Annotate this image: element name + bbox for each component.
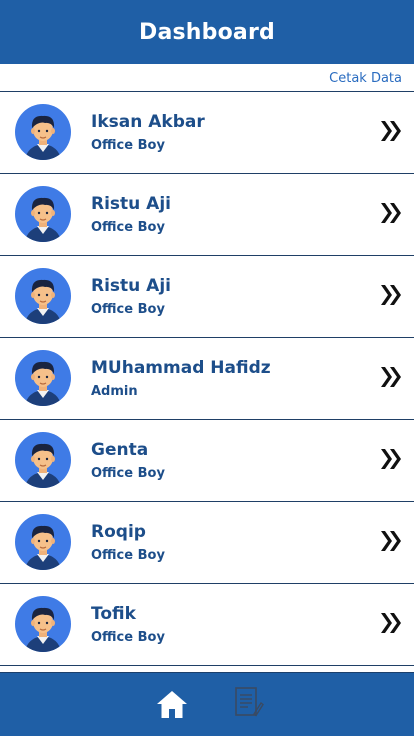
employee-name: Tofik: [91, 604, 136, 624]
employee-row[interactable]: Ristu Aji Office Boy: [0, 174, 414, 256]
double-chevron-right-icon[interactable]: [380, 118, 402, 144]
employee-name: Ristu Aji: [91, 276, 171, 296]
user-avatar-icon: [15, 350, 71, 406]
employee-row[interactable]: Ristu Aji Office Boy: [0, 256, 414, 338]
employee-name: MUhammad Hafidz: [91, 358, 271, 378]
double-chevron-right-icon[interactable]: [380, 610, 402, 636]
employee-name: Roqip: [91, 522, 146, 542]
document-icon[interactable]: [234, 686, 264, 718]
bottom-navigation: [0, 672, 414, 736]
double-chevron-right-icon[interactable]: [380, 200, 402, 226]
employee-role: Admin: [91, 384, 138, 399]
employee-role: Office Boy: [91, 220, 165, 235]
print-data-link[interactable]: Cetak Data: [329, 71, 402, 86]
action-bar: Cetak Data: [0, 64, 414, 92]
double-chevron-right-icon[interactable]: [380, 446, 402, 472]
employee-list: Iksan Akbar Office Boy Ristu Aji Office Boy…: [0, 92, 414, 666]
user-avatar-icon: [15, 186, 71, 242]
employee-row[interactable]: MUhammad Hafidz Admin: [0, 338, 414, 420]
employee-name: Iksan Akbar: [91, 112, 205, 132]
employee-role: Office Boy: [91, 302, 165, 317]
employee-name: Genta: [91, 440, 149, 460]
user-avatar-icon: [15, 104, 71, 160]
double-chevron-right-icon[interactable]: [380, 364, 402, 390]
user-avatar-icon: [15, 268, 71, 324]
app-header: Dashboard: [0, 0, 414, 64]
employee-row[interactable]: Iksan Akbar Office Boy: [0, 92, 414, 174]
double-chevron-right-icon[interactable]: [380, 528, 402, 554]
employee-role: Office Boy: [91, 466, 165, 481]
home-icon[interactable]: [155, 688, 189, 720]
employee-role: Office Boy: [91, 548, 165, 563]
double-chevron-right-icon[interactable]: [380, 282, 402, 308]
employee-name: Ristu Aji: [91, 194, 171, 214]
employee-role: Office Boy: [91, 630, 165, 645]
employee-row[interactable]: Roqip Office Boy: [0, 502, 414, 584]
user-avatar-icon: [15, 432, 71, 488]
user-avatar-icon: [15, 514, 71, 570]
employee-row[interactable]: Genta Office Boy: [0, 420, 414, 502]
page-title: Dashboard: [139, 19, 275, 45]
employee-row[interactable]: Tofik Office Boy: [0, 584, 414, 666]
employee-role: Office Boy: [91, 138, 165, 153]
user-avatar-icon: [15, 596, 71, 652]
